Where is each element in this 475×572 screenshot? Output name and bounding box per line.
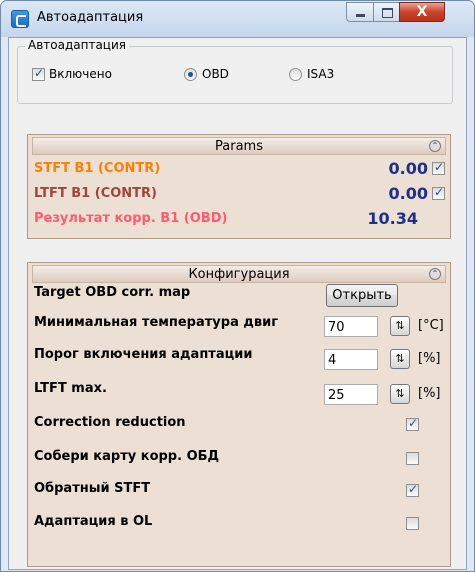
config-header[interactable]: Конфигурация ⌃ (32, 265, 446, 283)
enabled-checkbox[interactable] (32, 66, 45, 81)
window-title: Автоадаптация (37, 10, 144, 25)
obd-result-value: 10.34 (367, 209, 418, 228)
min-temp-input[interactable]: 70 (324, 316, 378, 337)
threshold-label: Порог включения адаптации (34, 347, 253, 362)
stft-checkbox[interactable] (432, 160, 445, 175)
adaptation-ol-label: Адаптация в OL (34, 514, 153, 529)
app-icon (11, 10, 29, 28)
obd-radio-label: OBD (202, 67, 229, 81)
threshold-input[interactable]: 4 (324, 349, 378, 370)
obd-radio[interactable] (184, 68, 197, 81)
close-icon: X (416, 4, 428, 20)
min-temp-label: Минимальная температура двиг (34, 315, 278, 330)
stft-label: STFT B1 (CONTR) (34, 161, 161, 176)
mode-groupbox: Автоадаптация Включено OBD ISA3 (17, 38, 453, 104)
correction-reduction-label: Correction reduction (34, 415, 186, 430)
title-bar[interactable]: Автоадаптация X (1, 1, 474, 37)
collapse-icon[interactable]: ⌃ (429, 268, 441, 280)
groupbox-legend: Автоадаптация (25, 38, 129, 52)
open-map-button[interactable]: Открыть (326, 284, 398, 307)
collect-map-label: Собери карту корр. ОБД (34, 449, 220, 464)
isa3-radio-label: ISA3 (307, 67, 335, 81)
autoadaptation-window: Автоадаптация X Автоадаптация Включено O… (0, 0, 475, 572)
ltft-value: 0.00 (388, 184, 428, 203)
config-title: Конфигурация (188, 267, 290, 282)
config-panel: Конфигурация ⌃ Target OBD corr. map Откр… (27, 262, 451, 567)
collapse-icon[interactable]: ⌃ (429, 140, 441, 152)
params-title: Params (215, 139, 263, 154)
min-temp-unit: [°C] (418, 318, 444, 333)
adaptation-ol-checkbox[interactable] (406, 517, 419, 530)
params-panel: Params ⌃ STFT B1 (CONTR) 0.00 LTFT B1 (C… (27, 134, 451, 239)
collect-map-checkbox[interactable] (406, 452, 419, 465)
min-temp-spinner[interactable]: ⇅ (390, 316, 410, 336)
correction-reduction-checkbox[interactable] (406, 416, 419, 431)
maximize-button[interactable] (373, 2, 400, 22)
minimize-button[interactable] (346, 2, 374, 22)
threshold-spinner[interactable]: ⇅ (390, 349, 410, 369)
enabled-label: Включено (49, 67, 112, 81)
reverse-stft-checkbox[interactable] (406, 482, 419, 497)
isa3-radio[interactable] (289, 68, 302, 81)
ltft-max-label: LTFT max. (34, 381, 107, 396)
target-map-label: Target OBD corr. map (34, 285, 191, 300)
ltft-max-unit: [%] (418, 386, 441, 401)
reverse-stft-label: Обратный STFT (34, 481, 151, 496)
params-header[interactable]: Params ⌃ (32, 137, 446, 155)
threshold-unit: [%] (418, 351, 441, 366)
stft-value: 0.00 (388, 159, 428, 178)
close-button[interactable]: X (399, 2, 445, 22)
ltft-label: LTFT B1 (CONTR) (34, 186, 157, 201)
obd-result-label: Результат корр. B1 (OBD) (34, 211, 228, 226)
ltft-max-spinner[interactable]: ⇅ (390, 384, 410, 404)
client-area: Автоадаптация Включено OBD ISA3 Params ⌃… (8, 37, 467, 570)
ltft-checkbox[interactable] (432, 185, 445, 200)
ltft-max-input[interactable]: 25 (324, 384, 378, 405)
